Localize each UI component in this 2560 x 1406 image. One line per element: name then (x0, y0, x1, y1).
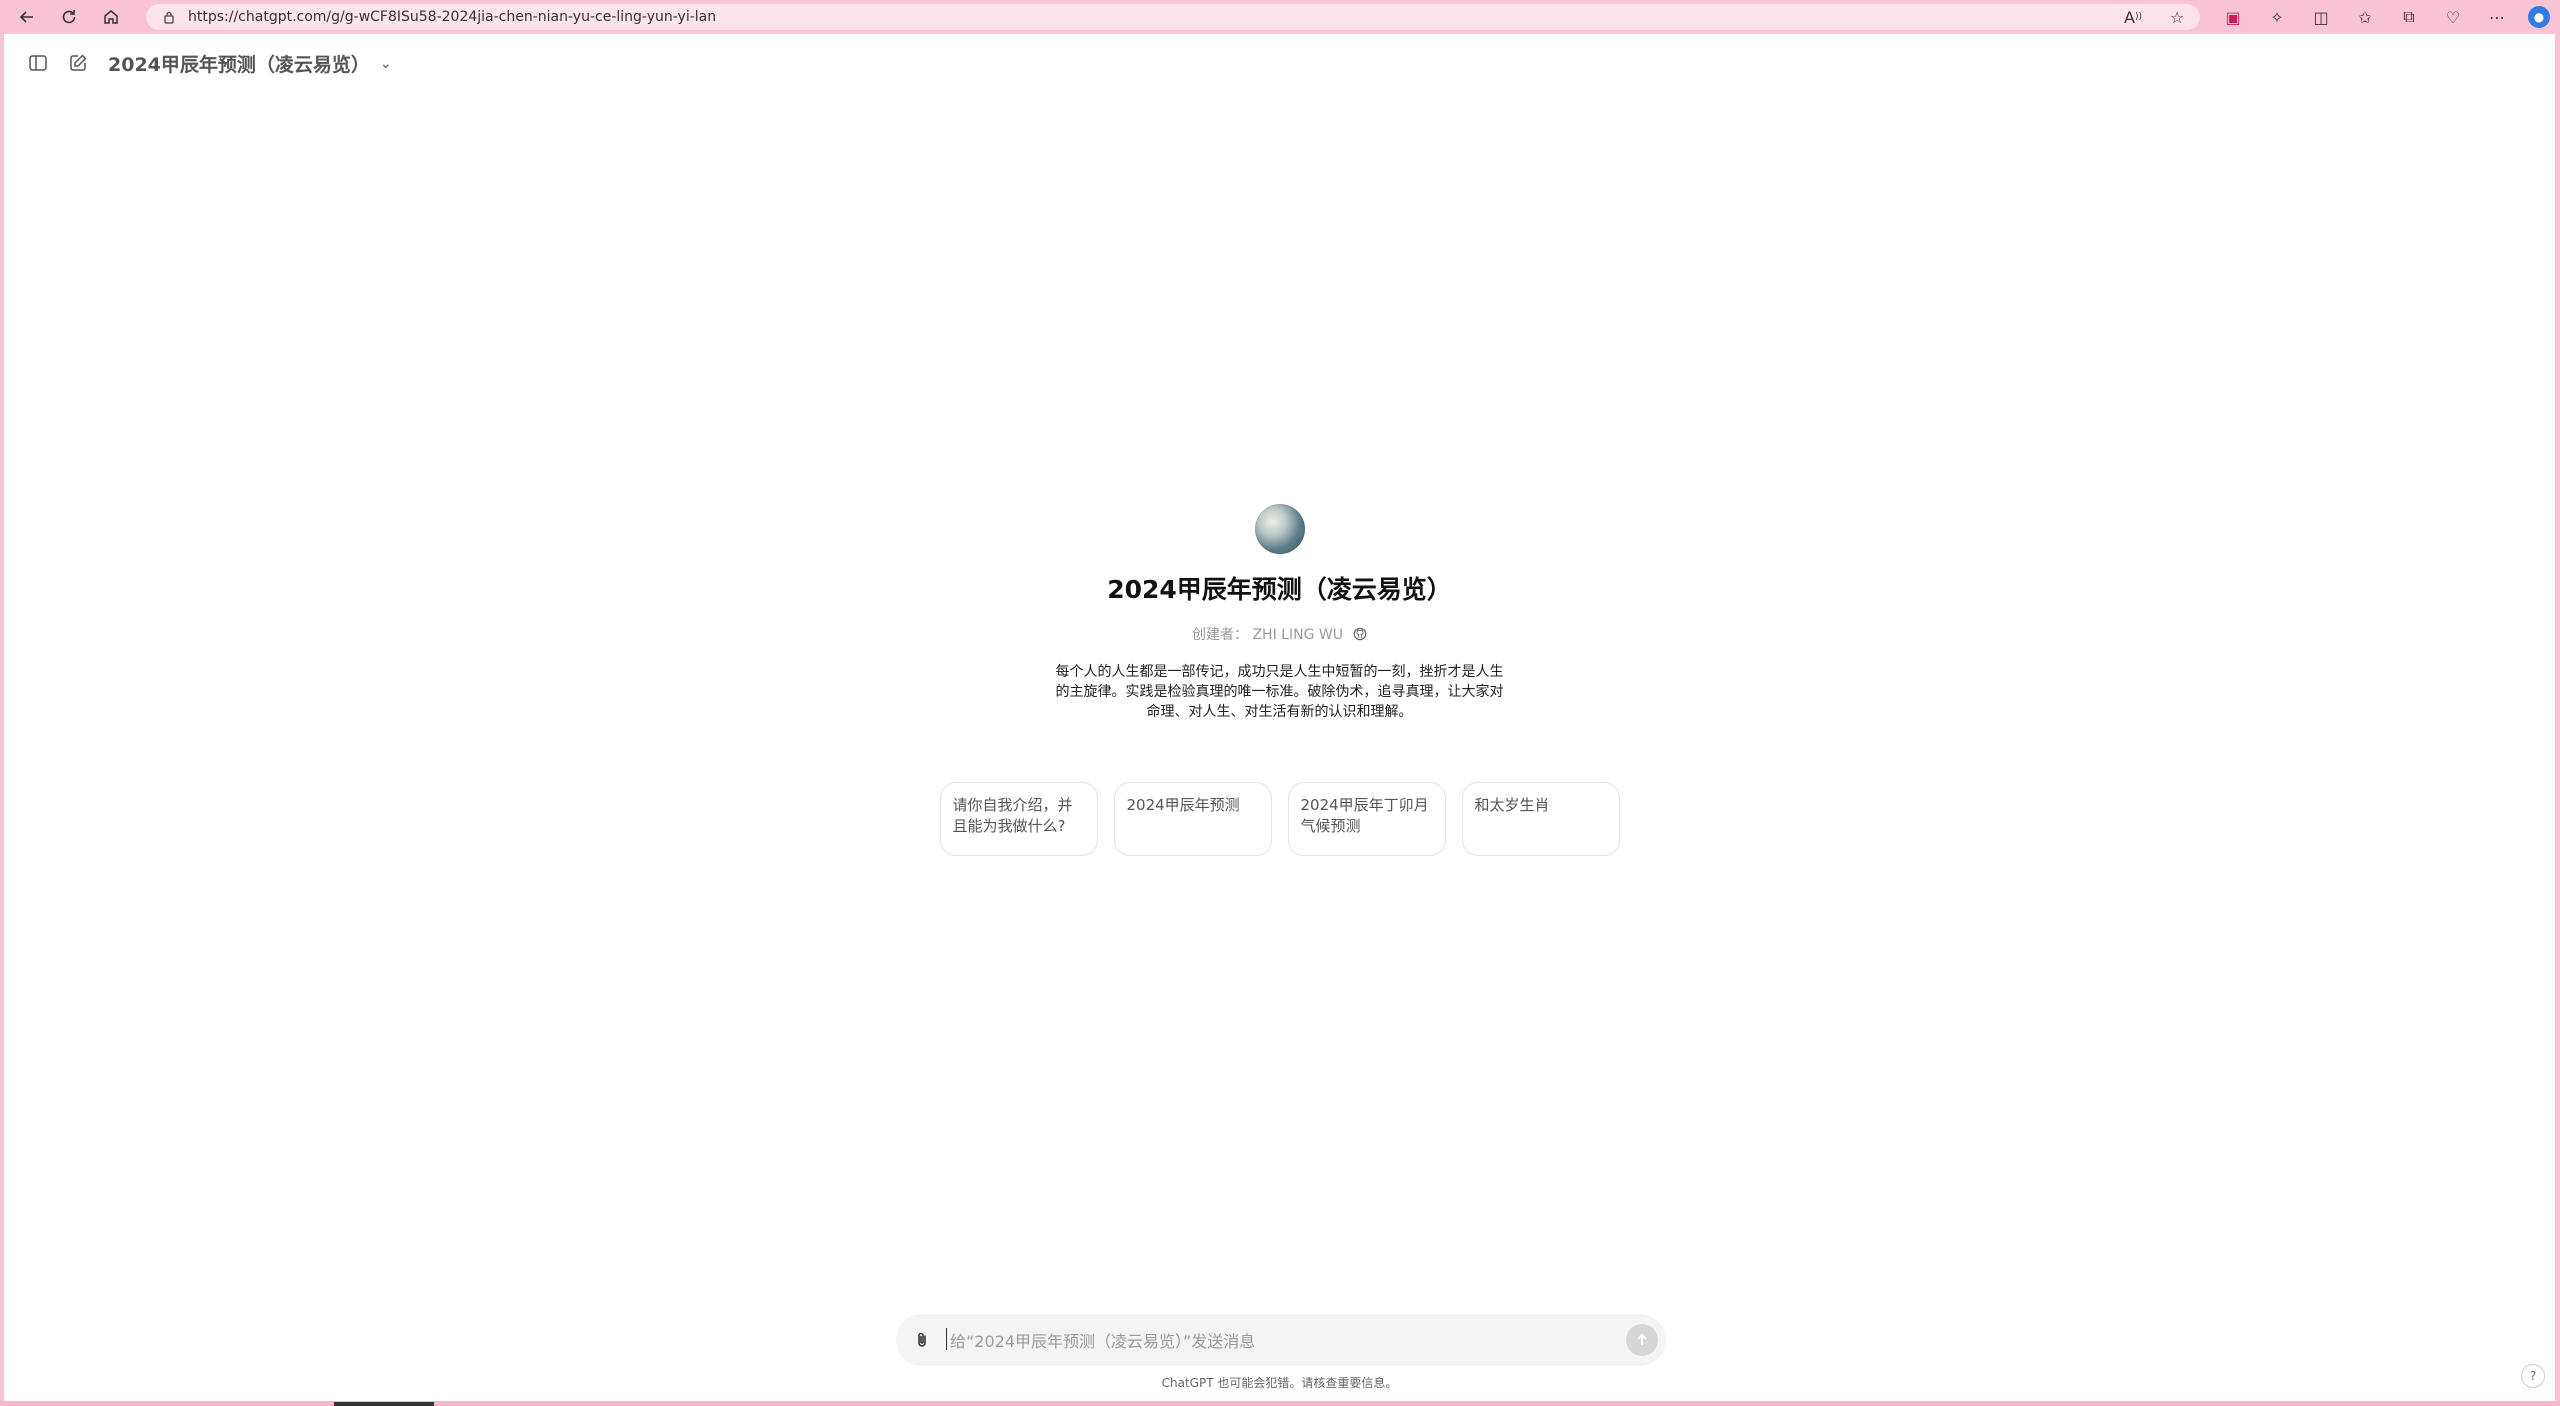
more-menu-icon[interactable]: ⋯ (2484, 4, 2510, 30)
gpt-description: 每个人的人生都是一部传记，成功只是人生中短暂的一刻，挫折才是人生的主旋律。实践是… (1055, 664, 1504, 720)
gpt-name: 2024甲辰年预测（凌云易览） (108, 54, 370, 76)
extensions-puzzle-icon[interactable]: ✧ (2264, 4, 2290, 30)
github-icon[interactable] (1353, 627, 1367, 641)
conversation-starters: 请你自我介绍，并且能为我做什么? 2024甲辰年预测 2024甲辰年丁卯月气候预… (939, 782, 1620, 856)
paperclip-icon (918, 1332, 926, 1347)
toggle-sidebar-button[interactable] (22, 47, 54, 79)
browser-window: https://chatgpt.com/g/g-wCF8ISu58-2024ji… (0, 0, 2560, 1406)
disclaimer-text: ChatGPT 也可能会犯错。请核查重要信息。 (1161, 1376, 1398, 1390)
refresh-icon (62, 10, 76, 24)
split-screen-icon[interactable]: ◫ (2308, 4, 2334, 30)
arrow-left-icon (19, 11, 33, 23)
browser-toolbar: https://chatgpt.com/g/g-wCF8ISu58-2024ji… (0, 0, 2560, 34)
gpt-selector[interactable]: 2024甲辰年预测（凌云易览） ⌄ (108, 50, 392, 77)
collections-icon[interactable]: ⧉ (2396, 4, 2422, 30)
gpt-avatar (1254, 504, 1305, 554)
favorite-star-icon[interactable]: ☆ (2164, 4, 2190, 30)
gpt-intro: 2024甲辰年预测（凌云易览） 创建者： ZHI LING WU 每个人的人生都… (4, 504, 2555, 856)
starter-card[interactable]: 和太岁生肖 (1461, 782, 1620, 856)
favorites-list-icon[interactable]: ✩ (2352, 4, 2378, 30)
home-icon (104, 10, 118, 24)
new-chat-button[interactable] (62, 47, 94, 79)
starter-card[interactable]: 2024甲辰年预测 (1113, 782, 1272, 856)
read-aloud-icon[interactable]: A)) (2120, 4, 2146, 30)
edit-pencil-icon (70, 54, 87, 71)
back-button[interactable] (12, 2, 42, 32)
attach-button[interactable] (910, 1328, 934, 1352)
home-button[interactable] (96, 2, 126, 32)
taskbar-indicator (334, 1402, 434, 1406)
extension-red-icon[interactable]: ▣ (2220, 4, 2246, 30)
address-bar[interactable]: https://chatgpt.com/g/g-wCF8ISu58-2024ji… (146, 4, 2200, 30)
starter-card[interactable]: 请你自我介绍，并且能为我做什么? (939, 782, 1098, 856)
send-button[interactable] (1626, 1324, 1658, 1356)
lock-icon (164, 11, 174, 24)
chevron-down-icon: ⌄ (379, 55, 392, 72)
arrow-up-icon (1637, 1333, 1647, 1345)
starter-card[interactable]: 2024甲辰年丁卯月气候预测 (1287, 782, 1446, 856)
copilot-icon[interactable]: ● (2528, 6, 2550, 28)
creator-name: ZHI LING WU (1252, 627, 1343, 643)
sidebar-icon (29, 55, 47, 71)
gpt-title: 2024甲辰年预测（凌云易览） (1107, 575, 1452, 604)
message-composer (896, 1314, 1666, 1366)
help-button[interactable]: ? (2521, 1364, 2545, 1388)
url-text: https://chatgpt.com/g/g-wCF8ISu58-2024ji… (188, 9, 717, 25)
creator-line: 创建者： ZHI LING WU (1192, 624, 1367, 644)
creator-prefix: 创建者： (1192, 627, 1249, 643)
refresh-button[interactable] (54, 2, 84, 32)
message-input[interactable] (948, 1326, 1592, 1356)
browser-essentials-icon[interactable]: ♡ (2440, 4, 2466, 30)
chatgpt-page: 2024甲辰年预测（凌云易览） ⌄ 2024甲辰年预测（凌云易览） 创建者： Z… (4, 34, 2555, 1401)
text-caret (946, 1328, 947, 1350)
page-header: 2024甲辰年预测（凌云易览） ⌄ (4, 34, 2555, 94)
